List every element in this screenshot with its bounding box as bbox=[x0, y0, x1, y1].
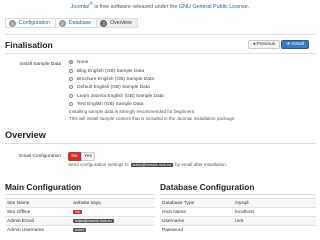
table-row: Username root bbox=[160, 216, 316, 226]
radio-selected-icon bbox=[69, 60, 73, 64]
sample-option-none[interactable]: None bbox=[69, 59, 88, 65]
table-row: Password bbox=[160, 225, 316, 235]
option-label: Brochure English (GB) Sample Data bbox=[77, 76, 155, 82]
tab-label: Database bbox=[68, 20, 92, 26]
email-help-post: by email after installation. bbox=[175, 162, 228, 167]
row-key: Database Type bbox=[160, 198, 233, 208]
main-config-title: Main Configuration bbox=[5, 182, 82, 192]
row-value: website saya bbox=[71, 198, 155, 208]
option-label: None bbox=[77, 59, 89, 65]
row-key: Host Name bbox=[160, 207, 233, 217]
tab-configuration[interactable]: 1 Configuration bbox=[5, 18, 55, 28]
email-help: Send configuration settings to sutan@mos… bbox=[68, 162, 227, 167]
divider bbox=[5, 34, 316, 35]
notice-text: is free software released under the bbox=[92, 3, 179, 10]
install-steps: 1 Configuration 2 Database 3 Overview bbox=[5, 18, 138, 28]
sample-option-brochure[interactable]: Brochure English (GB) Sample Data bbox=[69, 76, 154, 82]
step-number: 3 bbox=[100, 19, 108, 27]
table-row: Site Name website saya bbox=[5, 198, 155, 208]
sample-help-1: Installing sample data is strongly recom… bbox=[69, 109, 196, 114]
radio-icon bbox=[69, 94, 73, 98]
table-row: Database Type mysqli bbox=[160, 198, 316, 208]
row-key: Site Name bbox=[5, 198, 71, 208]
divider bbox=[5, 53, 316, 54]
email-no-button[interactable]: No bbox=[68, 152, 81, 161]
radio-icon bbox=[69, 85, 73, 89]
row-value: localhost bbox=[233, 207, 316, 217]
overview-title: Overview bbox=[5, 130, 46, 140]
table-row: Admin Username sutan bbox=[5, 225, 155, 235]
tab-overview[interactable]: 3 Overview bbox=[96, 18, 138, 28]
sample-option-test[interactable]: Test English (GB) Sample Data bbox=[69, 101, 143, 107]
table-row: Admin Email sutan@mosnik.mus.eu bbox=[5, 216, 155, 226]
admin-username-badge: sutan bbox=[73, 227, 86, 232]
row-value bbox=[233, 225, 316, 235]
row-key: Username bbox=[160, 216, 233, 226]
tab-label: Overview bbox=[110, 20, 132, 26]
sample-help-2: This will install sample content that is… bbox=[69, 116, 236, 121]
previous-button[interactable]: ◂ Previous bbox=[248, 40, 280, 49]
finalisation-title: Finalisation bbox=[5, 40, 53, 50]
sample-option-learn[interactable]: Learn Joomla English (GB) Sample Data bbox=[69, 93, 164, 99]
db-config-title: Database Configuration bbox=[160, 182, 255, 192]
email-yes-button[interactable]: Yes bbox=[81, 152, 95, 161]
row-key: Password bbox=[160, 225, 233, 235]
step-number: 2 bbox=[58, 19, 66, 27]
table-row: Host Name localhost bbox=[160, 207, 316, 217]
radio-icon bbox=[69, 69, 73, 73]
db-config-table: Database Type mysqli Host Name localhost U… bbox=[160, 198, 316, 235]
option-label: Blog English (GB) Sample Data bbox=[77, 68, 145, 74]
row-value: mysqli bbox=[233, 198, 316, 208]
notice-end: . bbox=[247, 3, 250, 10]
step-number: 1 bbox=[9, 19, 16, 27]
offline-badge: No bbox=[73, 209, 82, 214]
table-row: Site Offline No bbox=[5, 207, 155, 217]
sample-option-default[interactable]: Default English (GB) Sample Data bbox=[69, 84, 150, 90]
radio-icon bbox=[69, 102, 73, 106]
gpl-link[interactable]: GNU General Public License bbox=[179, 4, 248, 10]
install-button[interactable]: ➜ Install bbox=[281, 40, 309, 49]
tab-label: Configuration bbox=[19, 20, 50, 26]
email-config-label: Email Configuration bbox=[19, 154, 61, 159]
divider bbox=[5, 194, 155, 195]
email-help-pre: Send configuration settings to bbox=[68, 162, 129, 167]
license-notice: Joomla!® is free software released under… bbox=[0, 1, 320, 10]
sample-option-blog[interactable]: Blog English (GB) Sample Data bbox=[69, 68, 144, 74]
divider bbox=[5, 143, 316, 144]
row-value: root bbox=[233, 216, 316, 226]
main-config-table: Site Name website saya Site Offline No Adm… bbox=[5, 198, 155, 235]
radio-icon bbox=[69, 77, 73, 81]
row-key: Site Offline bbox=[5, 207, 71, 217]
tab-database[interactable]: 2 Database bbox=[54, 18, 97, 28]
email-config-toggle: No Yes bbox=[68, 152, 95, 161]
row-key: Admin Username bbox=[5, 225, 71, 235]
joomla-link[interactable]: Joomla! bbox=[71, 4, 90, 10]
row-key: Admin Email bbox=[5, 216, 71, 226]
sample-data-label: Install Sample Data bbox=[19, 62, 61, 67]
email-badge: sutan@mosnik.mus.eu bbox=[130, 162, 174, 167]
admin-email-badge: sutan@mosnik.mus.eu bbox=[73, 218, 114, 223]
option-label: Test English (GB) Sample Data bbox=[77, 101, 144, 107]
option-label: Learn Joomla English (GB) Sample Data bbox=[77, 93, 164, 99]
divider bbox=[160, 194, 316, 195]
option-label: Default English (GB) Sample Data bbox=[77, 84, 150, 90]
